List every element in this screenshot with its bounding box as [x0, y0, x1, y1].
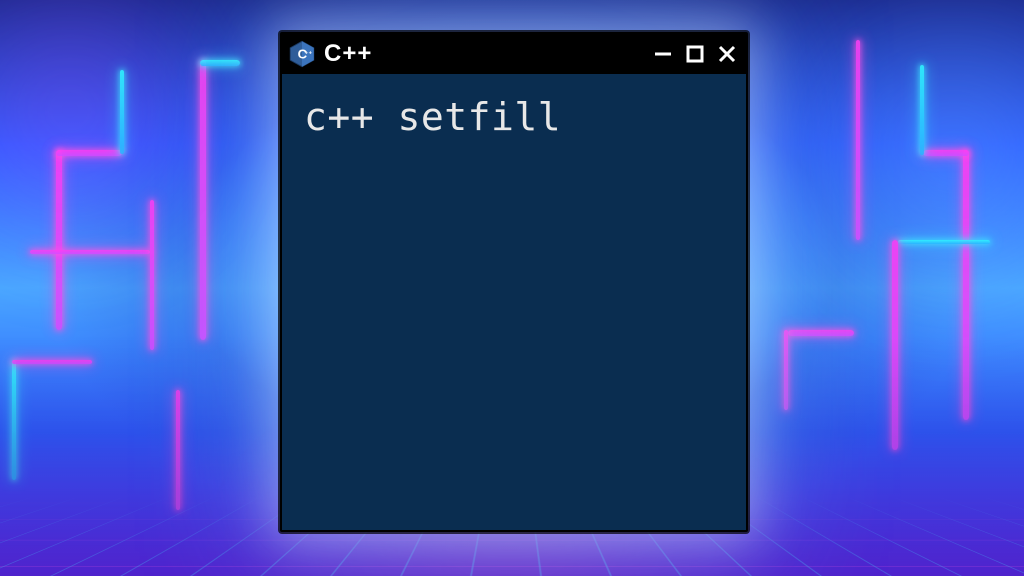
terminal-body[interactable]: c++ setfill	[282, 74, 746, 530]
maximize-button[interactable]	[684, 43, 706, 65]
window-title: C++	[324, 40, 372, 68]
terminal-line: c++ setfill	[304, 96, 724, 140]
minimize-button[interactable]	[652, 43, 674, 65]
titlebar[interactable]: C + + C++	[282, 34, 746, 74]
cpp-logo-icon: C + +	[288, 40, 316, 68]
terminal-window: C + + C++ c++ setfill	[280, 32, 748, 532]
window-controls	[652, 43, 738, 65]
close-button[interactable]	[716, 43, 738, 65]
